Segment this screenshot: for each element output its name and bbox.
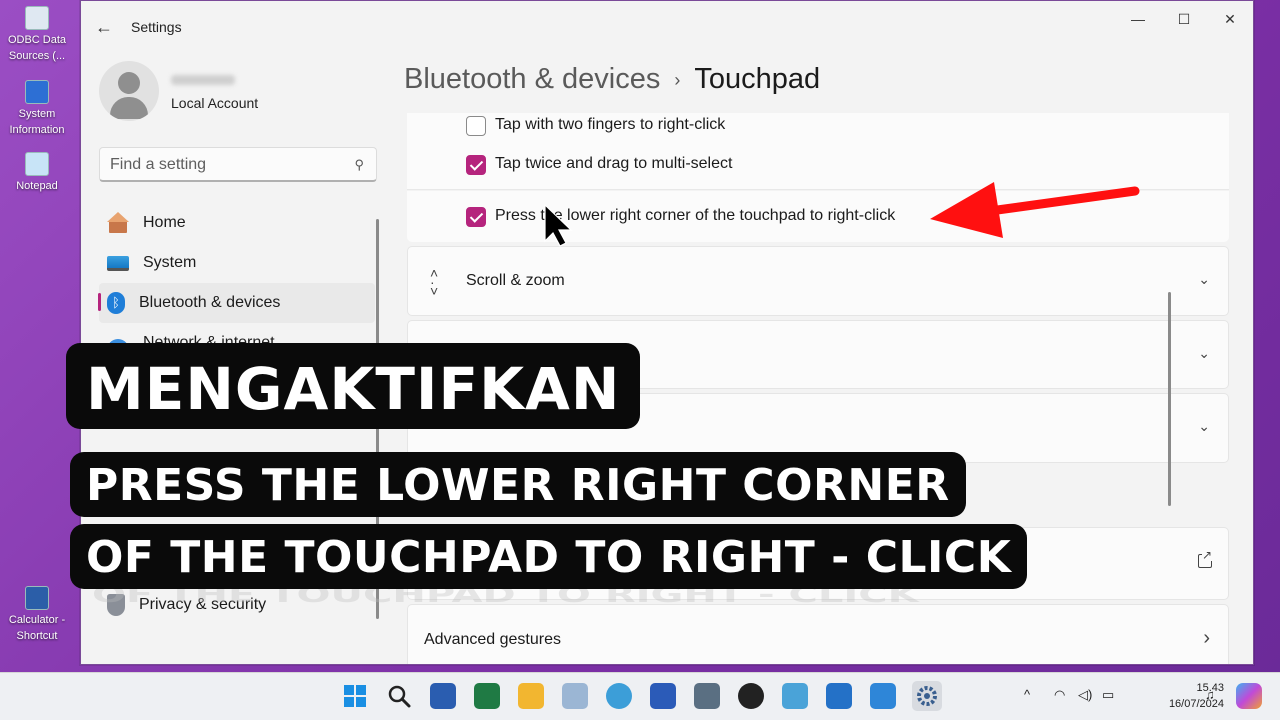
wifi-icon[interactable]: ◠ — [1054, 687, 1065, 703]
chevron-down-icon[interactable]: ⌄ — [1198, 345, 1210, 362]
checkbox-lower-right-corner[interactable] — [466, 207, 486, 227]
desktop-icon-system-information[interactable]: System Information — [2, 80, 72, 138]
avatar — [99, 61, 159, 121]
bluetooth-icon: ᛒ — [107, 292, 125, 314]
user-profile[interactable]: Local Account — [99, 61, 379, 125]
scroll-zoom-card[interactable]: ˄ · ˅ Scroll & zoom ⌄ — [407, 246, 1229, 316]
search-box[interactable]: ⚲ — [99, 147, 377, 182]
file-explorer-icon[interactable] — [518, 683, 544, 709]
paint-icon[interactable] — [870, 683, 896, 709]
caption-line-3: OF THE TOUCHPAD TO RIGHT - CLICK — [70, 524, 1028, 589]
taskbar: ^ ◠ ◁) ▭ 15.43 16/07/2024 ♫ — [0, 672, 1280, 720]
volume-icon[interactable]: ◁) — [1078, 687, 1092, 703]
caption-line-2: PRESS THE LOWER RIGHT CORNER — [70, 452, 966, 517]
desktop-icon-label: ODBC Data Sources (... — [7, 34, 67, 62]
minimize-button[interactable]: — — [1115, 9, 1161, 29]
sidebar-item-label: Bluetooth & devices — [139, 294, 281, 311]
settings-taskbar-button[interactable] — [912, 681, 942, 711]
search-icon[interactable]: ⚲ — [354, 157, 364, 173]
breadcrumb-parent[interactable]: Bluetooth & devices — [404, 63, 660, 95]
desktop-icon-label: Notepad — [16, 180, 58, 192]
breadcrumb: Bluetooth & devices › Touchpad — [404, 63, 820, 96]
avatar-head — [118, 72, 140, 94]
excel-icon[interactable] — [474, 683, 500, 709]
advanced-gestures-card[interactable]: Advanced gestures › — [407, 604, 1229, 664]
scroll-icon: ˄ · ˅ — [430, 265, 439, 299]
notification-bell-icon[interactable]: ♫ — [1205, 687, 1215, 702]
remote-desktop-icon[interactable] — [694, 683, 720, 709]
windows-logo-icon — [344, 685, 366, 707]
maximize-button[interactable]: ☐ — [1161, 9, 1207, 29]
display-icon[interactable] — [782, 683, 808, 709]
option-label: Tap twice and drag to multi-select — [495, 155, 733, 172]
clock[interactable]: 15.43 16/07/2024 — [1169, 680, 1224, 712]
word-icon[interactable] — [650, 683, 676, 709]
avatar-body — [110, 97, 148, 119]
notepad-icon — [25, 152, 49, 176]
store-icon[interactable] — [430, 683, 456, 709]
search-icon — [388, 685, 411, 708]
tray-chevron-icon[interactable]: ^ — [1024, 687, 1030, 702]
back-arrow-icon: ← — [95, 17, 113, 37]
account-type: Local Account — [171, 95, 259, 111]
username-redacted — [171, 75, 235, 85]
sidebar-item-label: Home — [143, 214, 186, 231]
option-label: Tap with two fingers to right-click — [495, 116, 726, 133]
external-link-icon[interactable] — [1198, 549, 1213, 568]
photos-icon[interactable] — [562, 683, 588, 709]
sidebar-item-label: System — [143, 254, 197, 271]
breadcrumb-separator: › — [674, 69, 681, 90]
scroll-zoom-title: Scroll & zoom — [466, 272, 565, 289]
desktop-icon-odbc[interactable]: ODBC Data Sources (... — [2, 6, 72, 64]
close-button[interactable]: ✕ — [1207, 9, 1253, 29]
system-icon — [107, 255, 129, 271]
chevron-down-icon[interactable]: ⌄ — [1198, 271, 1210, 288]
sidebar-item-bluetooth-devices[interactable]: ᛒ Bluetooth & devices — [98, 283, 375, 323]
search-input[interactable] — [110, 155, 330, 175]
clock-time: 15.43 — [1196, 682, 1224, 694]
app-title: Settings — [131, 19, 182, 35]
desktop-icon-label: System Information — [9, 108, 65, 136]
odbc-icon — [25, 6, 49, 30]
home-icon — [107, 212, 129, 234]
browser-icon[interactable] — [606, 683, 632, 709]
copilot-icon[interactable] — [1236, 683, 1262, 709]
advanced-gestures-title: Advanced gestures — [424, 631, 561, 648]
caption-line-1: MENGAKTIFKAN — [66, 343, 641, 429]
option-row-lower-right-corner[interactable]: Press the lower right corner of the touc… — [407, 191, 1229, 242]
checkbox-tap-twice-drag[interactable] — [466, 155, 486, 175]
checkbox-two-finger-tap[interactable] — [466, 116, 486, 136]
option-row-tap-twice-drag[interactable]: Tap twice and drag to multi-select — [407, 139, 1229, 190]
teams-icon[interactable] — [826, 683, 852, 709]
page-title: Touchpad — [694, 63, 821, 95]
system-info-icon — [25, 80, 49, 104]
option-label: Press the lower right corner of the touc… — [495, 207, 896, 224]
gear-icon — [917, 686, 937, 706]
chevron-down-icon[interactable]: ⌄ — [1198, 418, 1210, 435]
sidebar-item-system[interactable]: System — [99, 243, 375, 283]
desktop-icon-notepad[interactable]: Notepad — [2, 152, 72, 194]
desktop-icon-calculator[interactable]: Calculator - Shortcut — [2, 586, 72, 644]
back-button[interactable]: ← — [95, 17, 115, 37]
battery-icon[interactable]: ▭ — [1102, 687, 1114, 703]
taskbar-search-button[interactable] — [386, 683, 412, 709]
clock-date: 16/07/2024 — [1168, 698, 1224, 710]
chevron-right-icon[interactable]: › — [1203, 627, 1210, 650]
sidebar-item-home[interactable]: Home — [99, 203, 375, 243]
start-button[interactable] — [342, 683, 368, 709]
title-bar: ← Settings — ☐ ✕ — [81, 1, 1253, 53]
calculator-icon — [25, 586, 49, 610]
content-scrollbar[interactable] — [1168, 292, 1171, 506]
obs-icon[interactable] — [738, 683, 764, 709]
desktop-icon-label: Calculator - Shortcut — [8, 614, 66, 642]
